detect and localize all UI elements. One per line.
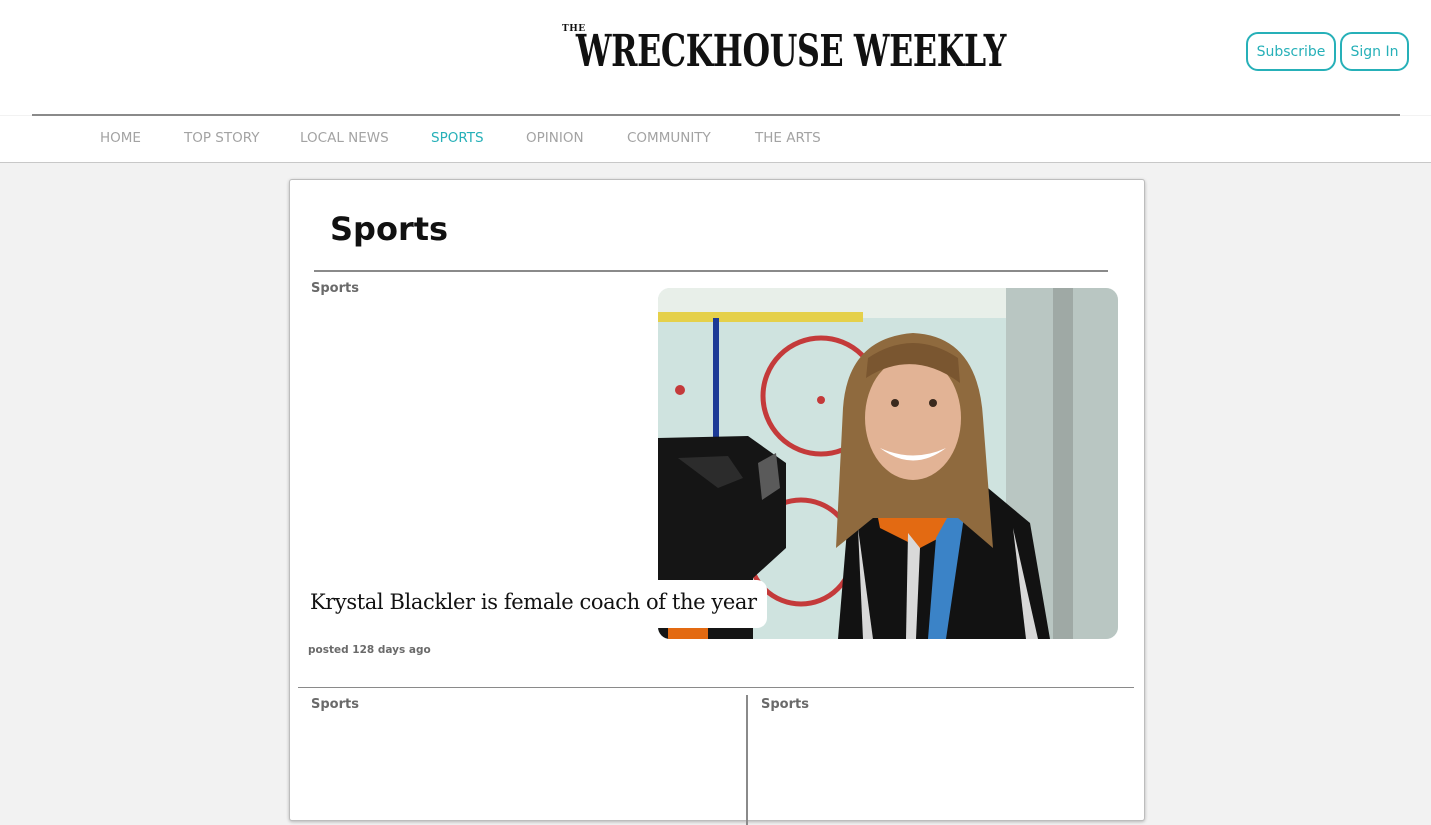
column-divider: [746, 695, 748, 825]
featured-headline[interactable]: Krystal Blackler is female coach of the …: [310, 590, 765, 614]
featured-headline-box: Krystal Blackler is female coach of the …: [300, 580, 767, 628]
nav-item-opinion[interactable]: OPINION: [526, 130, 584, 146]
featured-timestamp: posted 128 days ago: [308, 644, 431, 656]
main-nav: HOME TOP STORY LOCAL NEWS SPORTS OPINION…: [0, 116, 1431, 163]
article-category-label[interactable]: Sports: [311, 697, 359, 712]
nav-item-top-story[interactable]: TOP STORY: [184, 130, 260, 146]
nav-item-home[interactable]: HOME: [100, 130, 141, 146]
site-header: THE WRECKHOUSE WEEKLY Subscribe Sign In: [0, 0, 1431, 115]
featured-category-label[interactable]: Sports: [311, 281, 359, 296]
logo-wordmark: WRECKHOUSE WEEKLY: [575, 26, 1007, 77]
nav-item-community[interactable]: COMMUNITY: [627, 130, 711, 146]
nav-item-sports[interactable]: SPORTS: [431, 130, 484, 146]
subscribe-button[interactable]: Subscribe: [1246, 32, 1336, 71]
nav-item-the-arts[interactable]: THE ARTS: [755, 130, 821, 146]
featured-divider: [298, 687, 1134, 688]
site-logo[interactable]: THE WRECKHOUSE WEEKLY: [521, 22, 1007, 82]
nav-item-local-news[interactable]: LOCAL NEWS: [300, 130, 389, 146]
sign-in-button[interactable]: Sign In: [1340, 32, 1409, 71]
article-category-label[interactable]: Sports: [761, 697, 809, 712]
page-title: Sports: [330, 210, 449, 248]
section-card: Sports Sports Krystal Blackler is female…: [289, 179, 1145, 825]
title-divider: [314, 270, 1108, 272]
